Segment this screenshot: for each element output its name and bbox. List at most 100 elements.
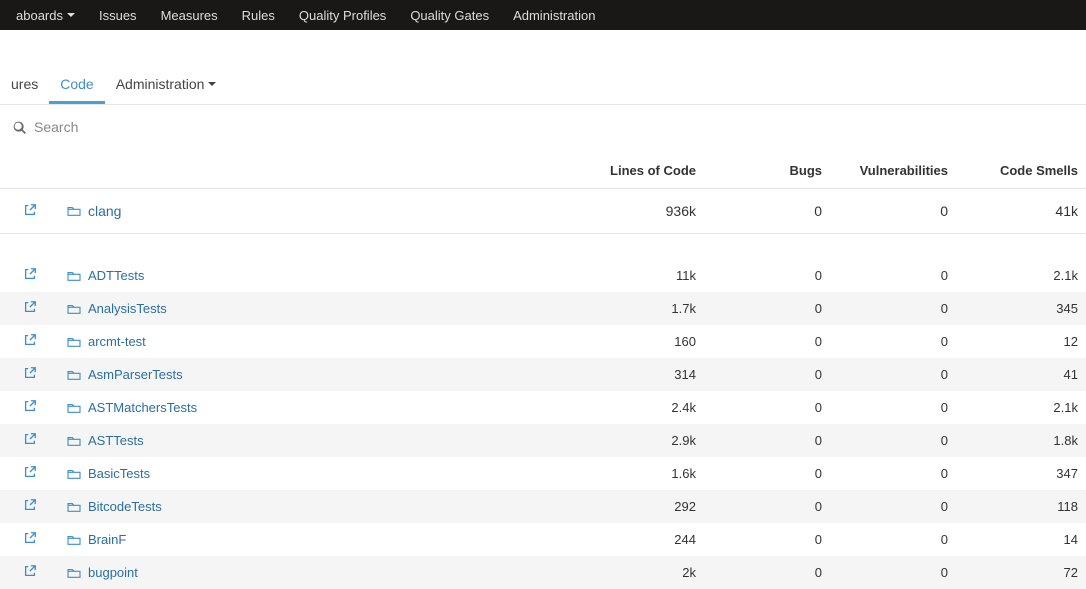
cell-bugs: 0	[708, 334, 834, 349]
subnav-item-label: Administration	[116, 76, 205, 92]
top-nav-issues[interactable]: Issues	[87, 8, 149, 23]
project-name-link[interactable]: clang	[88, 203, 121, 219]
cell-smells: 2.1k	[960, 400, 1086, 415]
col-header-code-smells: Code Smells	[960, 163, 1086, 178]
open-item-link[interactable]	[0, 366, 60, 383]
cell-smells: 72	[960, 565, 1086, 580]
cell-loc: 2.9k	[582, 433, 708, 448]
subnav-item-administration[interactable]: Administration	[105, 68, 228, 104]
table-header: Lines of Code Bugs Vulnerabilities Code …	[0, 153, 1086, 189]
open-item-link[interactable]	[0, 531, 60, 548]
external-link-icon	[23, 366, 37, 380]
caret-down-icon	[208, 82, 216, 86]
folder-icon	[67, 205, 81, 217]
cell-loc: 2k	[582, 565, 708, 580]
cell-vuln: 0	[834, 301, 960, 316]
folder-icon	[67, 468, 81, 480]
cell-bugs: 0	[708, 499, 834, 514]
open-item-link[interactable]	[0, 333, 60, 350]
search-input[interactable]	[34, 119, 334, 135]
open-item-link[interactable]	[0, 399, 60, 416]
open-item-link[interactable]	[0, 432, 60, 449]
item-name-cell: arcmt-test	[60, 334, 582, 349]
item-name-link[interactable]: ASTTests	[88, 433, 144, 448]
top-nav-rules[interactable]: Rules	[230, 8, 287, 23]
open-item-link[interactable]	[0, 300, 60, 317]
top-nav-dashboards[interactable]: aboards	[4, 8, 87, 23]
cell-smells: 41	[960, 367, 1086, 382]
cell-vuln: 0	[834, 532, 960, 547]
cell-vuln: 0	[834, 433, 960, 448]
cell-smells: 1.8k	[960, 433, 1086, 448]
external-link-icon	[23, 531, 37, 545]
top-nav-administration[interactable]: Administration	[501, 8, 607, 23]
table-row: arcmt-test 160 0 0 12	[0, 325, 1086, 358]
open-item-link[interactable]	[0, 267, 60, 284]
cell-smells: 14	[960, 532, 1086, 547]
table-row: AnalysisTests 1.7k 0 0 345	[0, 292, 1086, 325]
open-item-link[interactable]	[0, 564, 60, 581]
item-name-link[interactable]: ASTMatchersTests	[88, 400, 197, 415]
folder-icon	[67, 336, 81, 348]
cell-loc: 160	[582, 334, 708, 349]
cell-vuln: 0	[834, 499, 960, 514]
cell-loc: 1.6k	[582, 466, 708, 481]
cell-bugs: 0	[708, 301, 834, 316]
cell-vuln: 0	[834, 268, 960, 283]
external-link-icon	[23, 267, 37, 281]
external-link-icon	[23, 399, 37, 413]
item-name-cell: ADTTests	[60, 268, 582, 283]
item-name-link[interactable]: AnalysisTests	[88, 301, 167, 316]
table-row: AsmParserTests 314 0 0 41	[0, 358, 1086, 391]
item-name-link[interactable]: BitcodeTests	[88, 499, 162, 514]
cell-smells: 2.1k	[960, 268, 1086, 283]
table-row: BrainF 244 0 0 14	[0, 523, 1086, 556]
folder-icon	[67, 435, 81, 447]
project-row: clang 936k 0 0 41k	[0, 189, 1086, 234]
project-subnav-wrap: ures Code Administration	[0, 30, 1086, 105]
cell-vuln: 0	[834, 466, 960, 481]
folder-icon	[67, 369, 81, 381]
cell-smells: 12	[960, 334, 1086, 349]
cell-vuln: 0	[834, 565, 960, 580]
cell-vuln: 0	[834, 367, 960, 382]
item-name-link[interactable]: ADTTests	[88, 268, 144, 283]
item-name-link[interactable]: arcmt-test	[88, 334, 146, 349]
top-nav-quality-gates[interactable]: Quality Gates	[398, 8, 501, 23]
top-nav: aboards Issues Measures Rules Quality Pr…	[0, 0, 1086, 30]
cell-smells: 345	[960, 301, 1086, 316]
top-nav-label: aboards	[16, 8, 63, 23]
cell-bugs: 0	[708, 532, 834, 547]
project-subnav: ures Code Administration	[0, 68, 1086, 104]
external-link-icon	[23, 465, 37, 479]
open-item-link[interactable]	[0, 498, 60, 515]
item-name-link[interactable]: BrainF	[88, 532, 126, 547]
folder-icon	[67, 501, 81, 513]
item-name-link[interactable]: bugpoint	[88, 565, 138, 580]
folder-icon	[67, 402, 81, 414]
item-name-cell: AnalysisTests	[60, 301, 582, 316]
col-header-loc: Lines of Code	[582, 163, 708, 178]
search-row	[0, 105, 1086, 145]
open-item-link[interactable]	[0, 465, 60, 482]
item-name-cell: bugpoint	[60, 565, 582, 580]
item-name-link[interactable]: AsmParserTests	[88, 367, 183, 382]
open-project-link[interactable]	[0, 203, 60, 220]
table-row: BasicTests 1.6k 0 0 347	[0, 457, 1086, 490]
top-nav-measures[interactable]: Measures	[149, 8, 230, 23]
folder-icon	[67, 567, 81, 579]
table-row: ASTTests 2.9k 0 0 1.8k	[0, 424, 1086, 457]
item-name-link[interactable]: BasicTests	[88, 466, 150, 481]
col-header-vulnerabilities: Vulnerabilities	[834, 163, 960, 178]
cell-bugs: 0	[708, 565, 834, 580]
folder-icon	[67, 270, 81, 282]
col-header-bugs: Bugs	[708, 163, 834, 178]
cell-bugs: 0	[708, 433, 834, 448]
subnav-item-measures[interactable]: ures	[0, 68, 49, 104]
external-link-icon	[23, 432, 37, 446]
subnav-item-code[interactable]: Code	[49, 68, 104, 104]
folder-icon	[67, 303, 81, 315]
top-nav-quality-profiles[interactable]: Quality Profiles	[287, 8, 398, 23]
code-table: Lines of Code Bugs Vulnerabilities Code …	[0, 153, 1086, 589]
cell-vuln: 0	[834, 203, 960, 219]
